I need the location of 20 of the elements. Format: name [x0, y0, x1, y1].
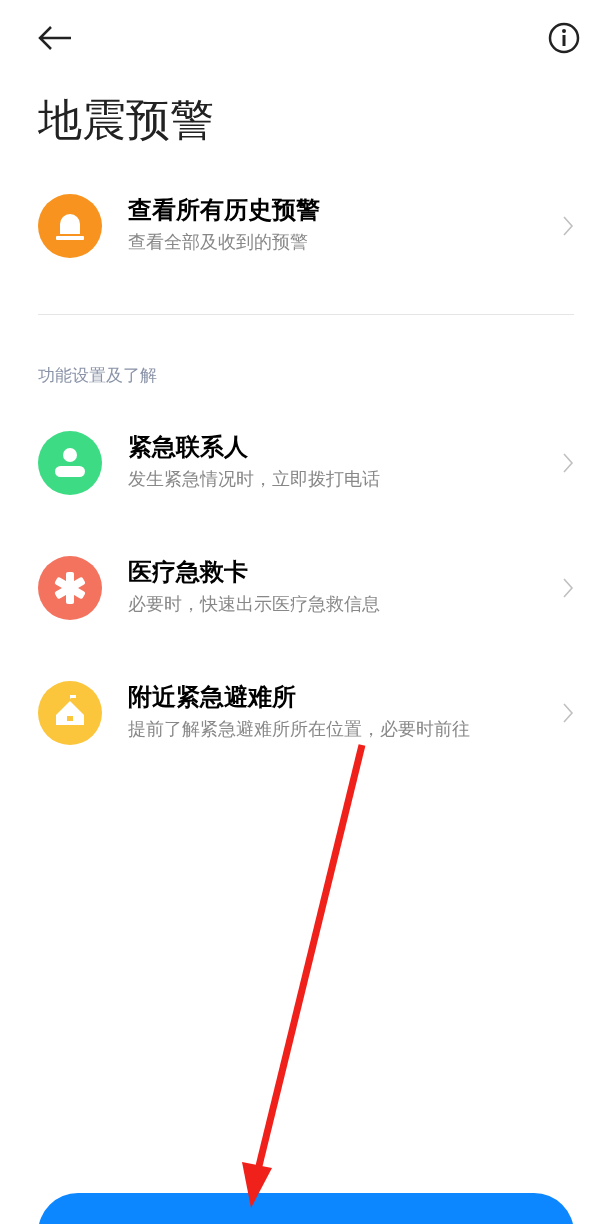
chevron-icon [562, 451, 574, 474]
item-subtitle: 发生紧急情况时，立即拨打电话 [128, 466, 381, 491]
list-item[interactable]: 医疗急救卡 必要时，快速出示医疗急救信息 [0, 547, 612, 628]
chevron-icon [562, 576, 574, 599]
item-subtitle: 查看全部及收到的预警 [128, 230, 309, 254]
back-arrow-icon[interactable] [38, 25, 72, 51]
page-title: 地震预警 [37, 93, 215, 147]
item-title: 查看所有历史预警 [128, 195, 321, 226]
chevron-icon [562, 215, 574, 237]
item-subtitle: 必要时，快速出示医疗急救信息 [128, 591, 381, 616]
item-title: 医疗急救卡 [128, 556, 249, 588]
item-title: 附近紧急避难所 [128, 681, 297, 713]
list-item[interactable]: 紧急联系人 发生紧急情况时，立即拨打电话 [0, 422, 612, 503]
info-icon[interactable] [548, 22, 580, 54]
list-item[interactable]: 附近紧急避难所 提前了解紧急避难所所在位置，必要时前往 [0, 672, 612, 753]
chevron-icon [562, 701, 574, 724]
item-title: 紧急联系人 [128, 431, 249, 463]
list-item[interactable]: 查看所有历史预警 查看全部及收到的预警 [0, 186, 612, 266]
item-subtitle: 提前了解紧急避难所所在位置，必要时前往 [128, 716, 471, 741]
section-header: 功能设置及了解 [37, 364, 158, 387]
